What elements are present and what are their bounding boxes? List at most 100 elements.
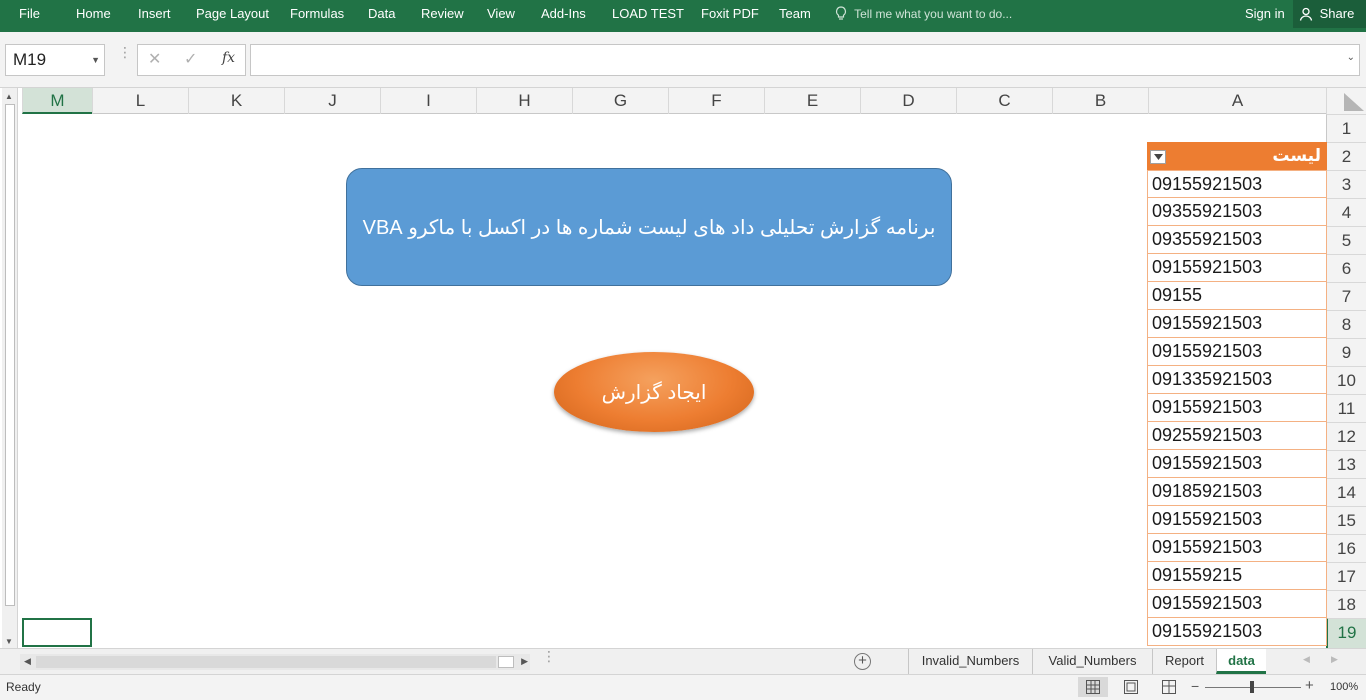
table-cell[interactable]: 09155921503 <box>1147 338 1327 366</box>
tab-data[interactable]: Data <box>368 0 395 28</box>
zoom-level[interactable]: 100% <box>1330 681 1358 693</box>
table-cell[interactable]: 09155921503 <box>1147 394 1327 422</box>
table-cell[interactable]: 09355921503 <box>1147 198 1327 226</box>
tab-load-test[interactable]: LOAD TEST <box>612 0 684 28</box>
expand-formula-icon[interactable]: ⌄ <box>1347 52 1355 63</box>
table-cell[interactable]: 09155921503 <box>1147 254 1327 282</box>
column-header-i[interactable]: I <box>380 88 476 114</box>
row-header[interactable]: 1 <box>1326 114 1366 142</box>
filter-dropdown-icon[interactable] <box>1150 150 1166 164</box>
table-cell[interactable]: 09155 <box>1147 282 1327 310</box>
tab-file[interactable]: File <box>19 0 40 28</box>
tab-split-handle-icon[interactable]: ⋮ <box>542 649 556 663</box>
horizontal-scroll-track[interactable] <box>36 656 496 668</box>
row-header[interactable]: 18 <box>1326 590 1366 618</box>
add-sheet-button[interactable]: + <box>854 653 871 670</box>
tab-review[interactable]: Review <box>421 0 464 28</box>
row-header-selected[interactable]: 19 <box>1326 618 1366 648</box>
row-header[interactable]: 4 <box>1326 198 1366 226</box>
table-cell[interactable]: 09185921503 <box>1147 478 1327 506</box>
column-header-d[interactable]: D <box>860 88 956 114</box>
row-header[interactable]: 14 <box>1326 478 1366 506</box>
table-cell[interactable]: 09155921503 <box>1147 450 1327 478</box>
row-header[interactable]: 3 <box>1326 170 1366 198</box>
table-cell[interactable]: 09255921503 <box>1147 422 1327 450</box>
column-header-l[interactable]: L <box>92 88 188 114</box>
scroll-left-icon[interactable]: ◀ <box>24 656 31 667</box>
tab-team[interactable]: Team <box>779 0 811 28</box>
column-header-m[interactable]: M <box>22 88 92 114</box>
table-cell[interactable]: 09155921503 <box>1147 310 1327 338</box>
row-header[interactable]: 5 <box>1326 226 1366 254</box>
tell-me-search[interactable]: Tell me what you want to do... <box>835 0 1012 28</box>
column-header-g[interactable]: G <box>572 88 668 114</box>
horizontal-scroll-thumb[interactable] <box>498 656 514 668</box>
table-cell[interactable]: 091559215 <box>1147 562 1327 590</box>
tab-add-ins[interactable]: Add-Ins <box>541 0 586 28</box>
row-header[interactable]: 9 <box>1326 338 1366 366</box>
row-header[interactable]: 17 <box>1326 562 1366 590</box>
page-layout-view-button[interactable] <box>1116 677 1146 697</box>
tab-formulas[interactable]: Formulas <box>290 0 344 28</box>
worksheet-grid[interactable]: ▲ ▼ M L K J I H G F E D C B A 1 2 3 4 5 … <box>0 88 1366 648</box>
cancel-icon[interactable]: ✕ <box>148 49 161 69</box>
chevron-down-icon[interactable]: ▼ <box>91 45 100 75</box>
check-icon[interactable]: ✓ <box>184 49 197 69</box>
table-cell[interactable]: 091335921503 <box>1147 366 1327 394</box>
row-header[interactable]: 2 <box>1326 142 1366 170</box>
tab-insert[interactable]: Insert <box>138 0 171 28</box>
column-header-h[interactable]: H <box>476 88 572 114</box>
selected-cell-m19[interactable] <box>22 618 92 647</box>
title-shape[interactable]: برنامه گزارش تحلیلی داد های لیست شماره ه… <box>346 168 952 286</box>
column-header-j[interactable]: J <box>284 88 380 114</box>
select-all-button[interactable] <box>1326 88 1366 114</box>
row-header[interactable]: 16 <box>1326 534 1366 562</box>
tab-home[interactable]: Home <box>76 0 111 28</box>
column-header-c[interactable]: C <box>956 88 1052 114</box>
row-header[interactable]: 13 <box>1326 450 1366 478</box>
scroll-right-icon[interactable]: ▶ <box>521 656 528 667</box>
vertical-scrollbar[interactable]: ▲ ▼ <box>2 88 18 648</box>
scroll-up-icon[interactable]: ▲ <box>5 92 13 101</box>
drag-handle-icon[interactable]: ⋮ <box>118 45 132 59</box>
sheet-tab-data[interactable]: data <box>1216 649 1266 674</box>
sheet-tab-report[interactable]: Report <box>1152 649 1216 674</box>
zoom-in-button[interactable]: + <box>1305 677 1314 694</box>
row-header[interactable]: 6 <box>1326 254 1366 282</box>
scroll-down-icon[interactable]: ▼ <box>5 637 13 646</box>
table-cell[interactable]: 09155921503 <box>1147 618 1327 646</box>
table-cell[interactable]: 09355921503 <box>1147 226 1327 254</box>
zoom-slider-thumb[interactable] <box>1250 681 1254 693</box>
table-cell[interactable]: 09155921503 <box>1147 170 1327 198</box>
formula-input[interactable]: ⌄ <box>250 44 1360 76</box>
column-header-a[interactable]: A <box>1148 88 1326 114</box>
row-header[interactable]: 7 <box>1326 282 1366 310</box>
name-box[interactable]: M19 ▼ <box>5 44 105 76</box>
sheet-tab-invalid-numbers[interactable]: Invalid_Numbers <box>908 649 1032 674</box>
create-report-button[interactable]: ایجاد گزارش <box>554 352 754 432</box>
share-button[interactable]: Share <box>1293 0 1366 28</box>
tab-foxit-pdf[interactable]: Foxit PDF <box>701 0 759 28</box>
column-header-k[interactable]: K <box>188 88 284 114</box>
sign-in-link[interactable]: Sign in <box>1245 0 1285 28</box>
table-header-cell[interactable]: لیست <box>1147 142 1327 170</box>
table-cell[interactable]: 09155921503 <box>1147 506 1327 534</box>
horizontal-scrollbar[interactable]: ◀ ▶ <box>20 654 530 670</box>
column-header-b[interactable]: B <box>1052 88 1148 114</box>
page-break-view-button[interactable] <box>1154 677 1184 697</box>
row-header[interactable]: 8 <box>1326 310 1366 338</box>
normal-view-button[interactable] <box>1078 677 1108 697</box>
zoom-out-button[interactable]: − <box>1191 678 1199 694</box>
vertical-scroll-thumb[interactable] <box>5 104 15 606</box>
row-header[interactable]: 12 <box>1326 422 1366 450</box>
column-header-f[interactable]: F <box>668 88 764 114</box>
tab-view[interactable]: View <box>487 0 515 28</box>
insert-function-button[interactable]: fx <box>222 50 235 66</box>
tab-page-layout[interactable]: Page Layout <box>196 0 269 28</box>
row-header[interactable]: 10 <box>1326 366 1366 394</box>
sheet-nav-left-icon[interactable]: ◀ <box>1303 654 1310 665</box>
column-header-e[interactable]: E <box>764 88 860 114</box>
sheet-nav-right-icon[interactable]: ▶ <box>1331 654 1338 665</box>
table-cell[interactable]: 09155921503 <box>1147 534 1327 562</box>
row-header[interactable]: 11 <box>1326 394 1366 422</box>
